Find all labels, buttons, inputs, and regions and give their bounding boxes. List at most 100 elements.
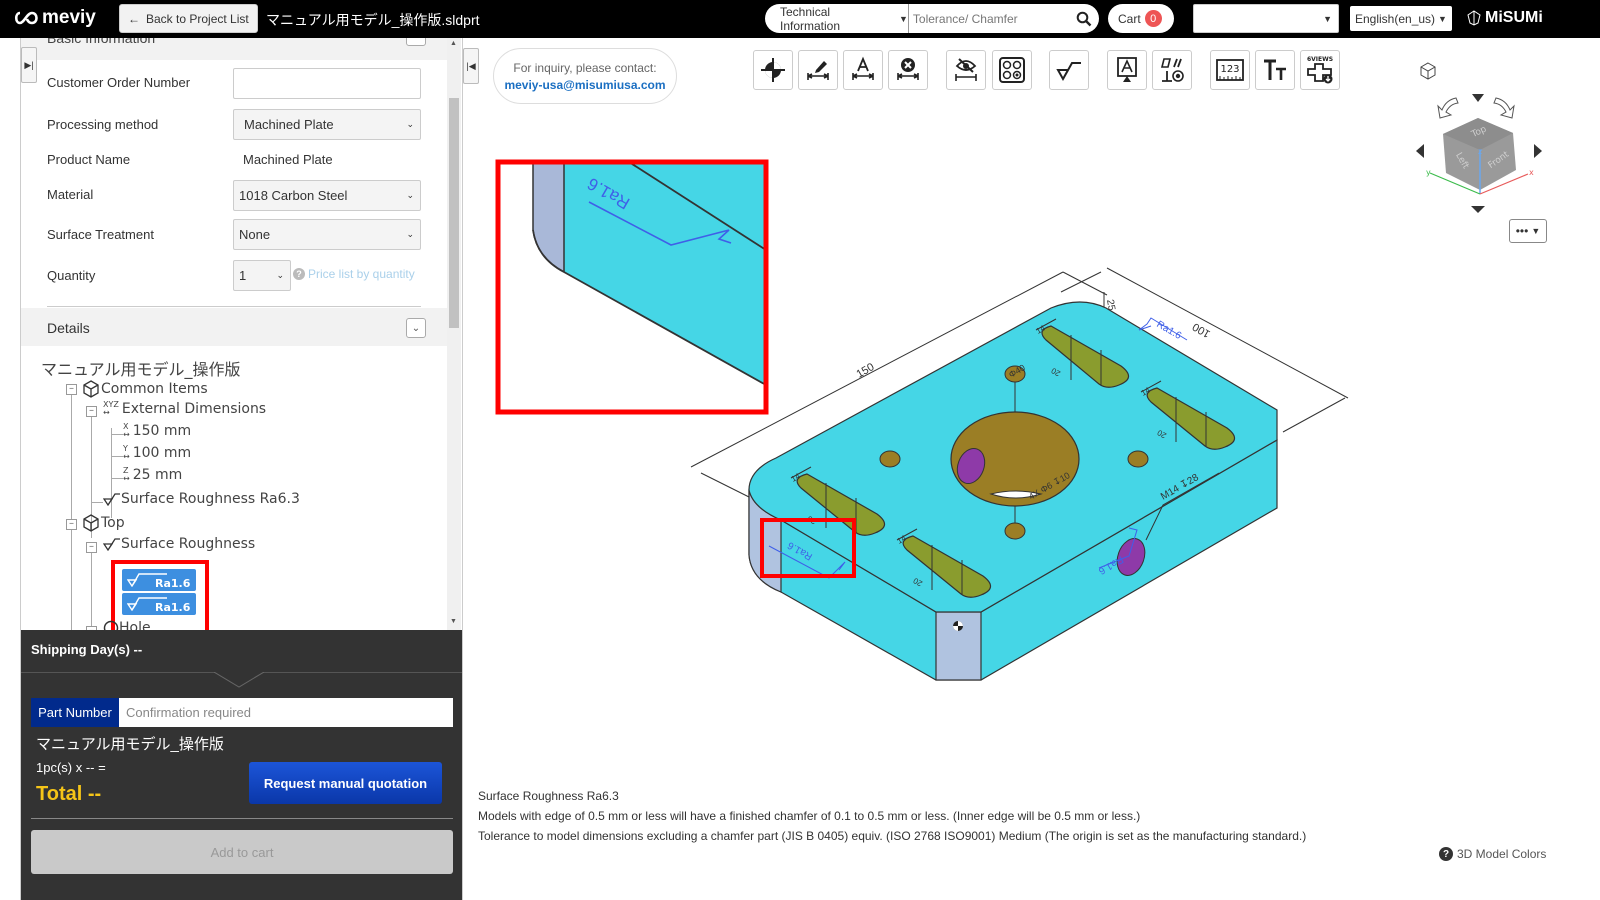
y-dimension-icon: Y ↔	[123, 444, 130, 461]
total-price: Total --	[36, 783, 102, 805]
z-dimension-icon: Z ↔	[123, 466, 130, 483]
tree-item-surface-roughness-common[interactable]: Surface Roughness Ra6.3	[103, 491, 300, 507]
3d-viewer[interactable]: |◀ For inquiry, please contact: meviy-us…	[462, 38, 1600, 900]
language-select[interactable]: English(en_us) ▼	[1350, 6, 1452, 31]
tree-root[interactable]: マニュアル用モデル_操作版	[41, 356, 241, 380]
tree-line	[111, 434, 123, 435]
tree-item-top[interactable]: Top	[81, 513, 125, 533]
chevron-down-icon: ⌄	[406, 119, 414, 129]
cart-label: Cart	[1118, 11, 1141, 26]
collapse-common-items-toggle[interactable]: –	[66, 384, 77, 395]
product-name-label: Product Name	[47, 152, 131, 167]
material-select[interactable]: 1018 Carbon Steel ⌄	[233, 180, 421, 211]
logo-text: meviy	[42, 7, 96, 28]
misumi-text: MiSUMi	[1485, 9, 1543, 26]
chevron-down-icon: ▼	[1323, 14, 1332, 24]
collapse-external-dimensions-toggle[interactable]: –	[86, 406, 97, 417]
scroll-up-icon[interactable]: ▲	[450, 40, 457, 47]
tree-line	[91, 548, 92, 630]
3d-model-colors-link[interactable]: ? 3D Model Colors	[1439, 847, 1546, 861]
details-header[interactable]: Details ⌄	[21, 308, 447, 346]
surface-treatment-select[interactable]: None ⌄	[233, 219, 421, 250]
back-label: Back to Project List	[146, 11, 249, 26]
3d-model-colors-label: 3D Model Colors	[1457, 847, 1547, 861]
top-bar: meviy ← Back to Project List マニュアル用モデル_操…	[0, 0, 1600, 38]
help-icon: ?	[1439, 847, 1453, 861]
details-toggle-chevron-icon[interactable]: ⌄	[406, 318, 426, 338]
external-dimensions-label: External Dimensions	[121, 401, 267, 417]
small-hole-bottom[interactable]	[1004, 522, 1026, 540]
tree-item-x-dimension[interactable]: X ↔ 150 mm	[123, 423, 191, 440]
material-label: Material	[47, 187, 94, 202]
search-category-select[interactable]: Technical Information ▼	[765, 4, 909, 33]
chevron-down-icon: ⌄	[276, 270, 284, 280]
surface-roughness-icon	[103, 538, 120, 551]
expand-notch-icon[interactable]	[214, 672, 264, 688]
price-list-label: Price list by quantity	[308, 267, 415, 281]
search-category-label: Technical Information	[780, 4, 841, 33]
chevron-down-icon: ⌄	[406, 229, 414, 239]
tree-item-y-dimension[interactable]: Y ↔ 100 mm	[123, 444, 191, 462]
dimension-150-label[interactable]: 150	[855, 361, 877, 381]
collapse-surface-roughness-toggle[interactable]: –	[86, 542, 97, 553]
meviy-logo[interactable]: meviy	[14, 7, 96, 29]
search-icon[interactable]	[1070, 11, 1099, 27]
left-panel-scrollbar[interactable]: ▲ ▼	[447, 38, 461, 630]
cart-button[interactable]: Cart 0	[1108, 4, 1174, 33]
small-hole-right[interactable]	[1127, 450, 1149, 468]
material-value: 1018 Carbon Steel	[239, 188, 348, 203]
tree-item-external-dimensions[interactable]: XYZ ↔ External Dimensions	[103, 400, 267, 418]
feature-tree: マニュアル用モデル_操作版 – Common Items – XYZ ↔ Exte…	[21, 348, 447, 630]
3d-model-canvas[interactable]: 150 100 25 14 14 14 14 20 20 20 20 Φ40 4…	[463, 38, 1600, 738]
collapse-top-toggle[interactable]: –	[66, 519, 77, 530]
tree-item-z-dimension[interactable]: Z ↔ 25 mm	[123, 466, 182, 484]
collapse-icon: ▶|	[24, 59, 34, 70]
customer-order-label: Customer Order Number	[47, 75, 191, 90]
left-panel: Basic Information Customer Order Number …	[20, 38, 463, 900]
origin-marker[interactable]	[953, 621, 963, 631]
price-list-link[interactable]: ? Price list by quantity	[293, 267, 415, 281]
search-input[interactable]	[908, 5, 1070, 32]
account-select[interactable]: ▼	[1193, 4, 1339, 33]
arrow-left-icon: ←	[128, 11, 140, 26]
surface-roughness-common-label: Surface Roughness Ra6.3	[121, 491, 300, 507]
basic-information-header[interactable]: Basic Information	[21, 38, 447, 60]
search-bar: Technical Information ▼	[765, 4, 1099, 33]
processing-method-select[interactable]: Machined Plate ⌄	[233, 109, 421, 140]
misumi-logo: MiSUMi	[1467, 9, 1543, 27]
product-name-value: Machined Plate	[243, 152, 333, 167]
collapse-left-panel-button[interactable]: ▶|	[21, 47, 37, 83]
basic-information-toggle[interactable]	[406, 38, 426, 46]
tree-item-surface-roughness-top[interactable]: Surface Roughness	[103, 536, 255, 552]
surface-treatment-label: Surface Treatment	[47, 227, 154, 242]
back-to-project-list-button[interactable]: ← Back to Project List	[119, 4, 258, 33]
chevron-down-icon: ▼	[899, 13, 908, 24]
add-to-cart-button[interactable]: Add to cart	[31, 830, 453, 874]
tree-item-common-items[interactable]: Common Items	[81, 379, 208, 399]
xyz-dimension-icon: XYZ ↔	[103, 400, 119, 417]
tree-line	[71, 386, 72, 630]
part-name: マニュアル用モデル_操作版	[36, 736, 224, 753]
quantity-label: Quantity	[47, 268, 96, 283]
processing-method-value: Machined Plate	[244, 117, 334, 132]
specification-form: Basic Information Customer Order Number …	[21, 38, 463, 630]
common-items-label: Common Items	[101, 381, 208, 397]
quantity-value: 1	[239, 268, 247, 283]
file-title: マニュアル用モデル_操作版.sldprt	[266, 12, 480, 28]
pieces-price: 1pc(s) x -- =	[36, 760, 106, 775]
customer-order-input[interactable]	[233, 68, 421, 99]
quantity-select[interactable]: 1 ⌄	[233, 260, 291, 291]
note-tolerance: Tolerance to model dimensions excluding …	[478, 829, 1307, 843]
part-number-value: Confirmation required	[119, 698, 453, 727]
scroll-thumb[interactable]	[449, 98, 459, 328]
small-hole-left[interactable]	[879, 450, 901, 468]
help-icon: ?	[293, 268, 305, 280]
tree-item-hole[interactable]: Hole	[103, 620, 151, 630]
divider	[47, 306, 421, 307]
hole-label: Hole	[119, 620, 151, 630]
request-manual-quotation-button[interactable]: Request manual quotation	[249, 762, 442, 804]
scroll-down-icon[interactable]: ▼	[450, 618, 457, 625]
processing-method-label: Processing method	[47, 117, 159, 132]
roughness-top-label[interactable]: Ra1.6	[1155, 319, 1184, 342]
chevron-down-icon: ⌄	[406, 190, 414, 200]
